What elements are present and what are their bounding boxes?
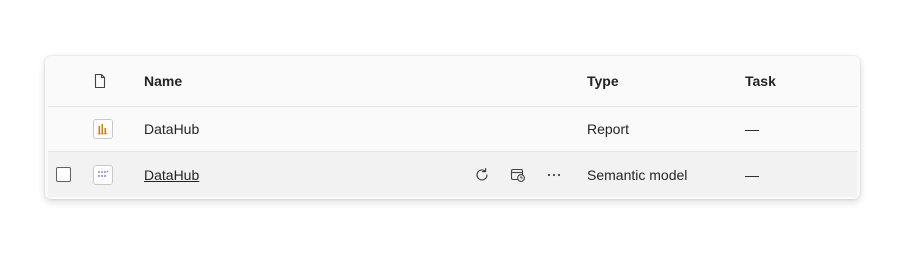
row-checkbox[interactable] [56,167,71,182]
more-options-button[interactable] [543,164,565,186]
task-column-header[interactable]: Task [745,56,776,106]
item-type-cell: Semantic model [587,152,687,197]
schedule-refresh-button[interactable] [507,164,529,186]
row-icon-cell [93,152,115,197]
item-task-cell: — [745,107,759,151]
schedule-refresh-icon [510,168,525,182]
more-options-icon [547,173,561,176]
task-header-label: Task [745,73,776,89]
item-name-cell[interactable]: DataHub [144,107,199,151]
item-type: Report [587,121,630,137]
type-column-header-label[interactable]: Type [587,56,619,106]
table-header: Name Type Task [48,56,857,107]
item-name-cell[interactable]: DataHub [144,152,199,197]
item-task: — [745,166,759,183]
refresh-icon [476,167,488,181]
item-type: Semantic model [587,166,688,183]
refresh-button[interactable] [471,164,493,186]
item-task: — [745,121,759,137]
name-column-header[interactable]: Name [144,56,182,106]
table-row[interactable]: DataHub Semantic model — [48,152,857,197]
row-icon-cell [93,107,115,151]
name-header-label: Name [144,73,183,89]
file-icon [94,73,106,89]
type-column-header[interactable] [93,56,115,106]
items-table: Name Type Task DataHub Report — DataHub … [45,56,860,199]
table-row[interactable]: DataHub Report — [48,107,857,152]
item-type-cell: Report [587,107,629,151]
item-name-link[interactable]: DataHub [144,167,199,183]
row-actions [471,152,579,197]
row-select-cell[interactable] [56,152,74,197]
report-icon [93,119,113,139]
item-task-cell: — [745,152,759,197]
semantic-model-icon [93,164,113,185]
type-header-label: Type [587,73,619,89]
item-name[interactable]: DataHub [144,121,199,137]
